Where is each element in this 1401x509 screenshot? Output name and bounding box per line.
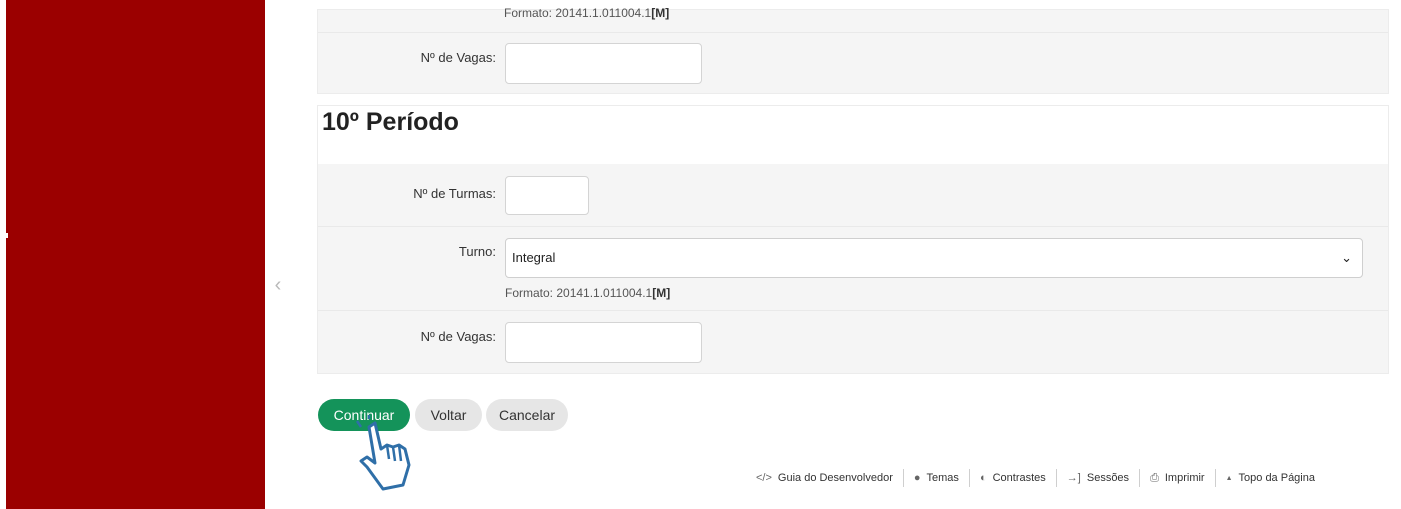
chevron-down-icon: ⌄ <box>1341 250 1352 265</box>
back-to-top-link[interactable]: ▲ Topo da Página <box>1216 472 1315 484</box>
cancel-button[interactable]: Cancelar <box>486 399 568 431</box>
turmas-input[interactable] <box>505 176 589 215</box>
palette-icon: ● <box>913 472 921 484</box>
sessions-link[interactable]: →] Sessões <box>1057 472 1139 484</box>
turmas-row: Nº de Turmas: <box>318 164 1388 226</box>
chevron-left-icon[interactable]: ‹ <box>270 275 286 295</box>
vagas-label: Nº de Vagas: <box>420 329 496 344</box>
previous-period-panel: Formato: 20141.1.011004.1[M] Nº de Vagas… <box>317 6 1389 94</box>
vagas-row: Nº de Vagas: <box>318 310 1388 373</box>
turno-row: Turno: Integral ⌄ Formato: 20141.1.01100… <box>318 226 1388 310</box>
format-hint: Formato: 20141.1.011004.1[M] <box>504 6 670 20</box>
code-icon: </> <box>756 472 772 484</box>
themes-link[interactable]: ● Temas <box>904 472 969 484</box>
format-hint: Formato: 20141.1.011004.1[M] <box>505 286 671 300</box>
turno-select[interactable]: Integral ⌄ <box>505 238 1363 278</box>
print-link[interactable]: ⎙ Imprimir <box>1140 472 1215 485</box>
vagas-input[interactable] <box>505 322 702 363</box>
contrast-icon: ◐ <box>979 472 987 484</box>
vagas-row: Nº de Vagas: <box>318 32 1388 93</box>
contrasts-link[interactable]: ◐ Contrastes <box>970 472 1056 484</box>
turno-selected-value: Integral <box>512 250 556 265</box>
hand-pointer-icon <box>355 415 411 491</box>
turno-label: Turno: <box>458 244 496 259</box>
footer-toolbar: </> Guia do Desenvolvedor ● Temas ◐ Cont… <box>756 464 1315 492</box>
vagas-label: Nº de Vagas: <box>420 50 496 65</box>
arrow-up-icon: ▲ <box>1225 474 1233 482</box>
back-button[interactable]: Voltar <box>415 399 482 431</box>
sign-in-icon: →] <box>1066 472 1081 484</box>
print-icon: ⎙ <box>1150 471 1159 484</box>
vagas-input[interactable] <box>505 43 702 84</box>
developer-guide-link[interactable]: </> Guia do Desenvolvedor <box>756 472 903 484</box>
period-panel: 10º Período Nº de Turmas: Turno: Integra… <box>317 105 1389 374</box>
sidebar <box>6 0 265 509</box>
sidebar-handle-dot <box>3 233 8 238</box>
turmas-label: Nº de Turmas: <box>413 186 496 201</box>
period-heading: 10º Período <box>322 108 459 136</box>
